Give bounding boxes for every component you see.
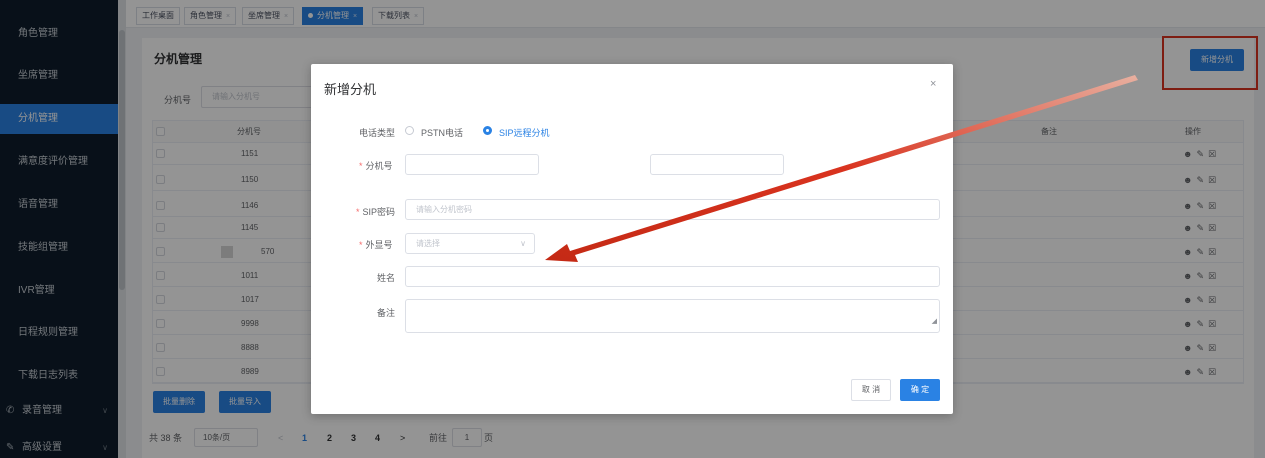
annotation-arrow xyxy=(545,75,1138,262)
